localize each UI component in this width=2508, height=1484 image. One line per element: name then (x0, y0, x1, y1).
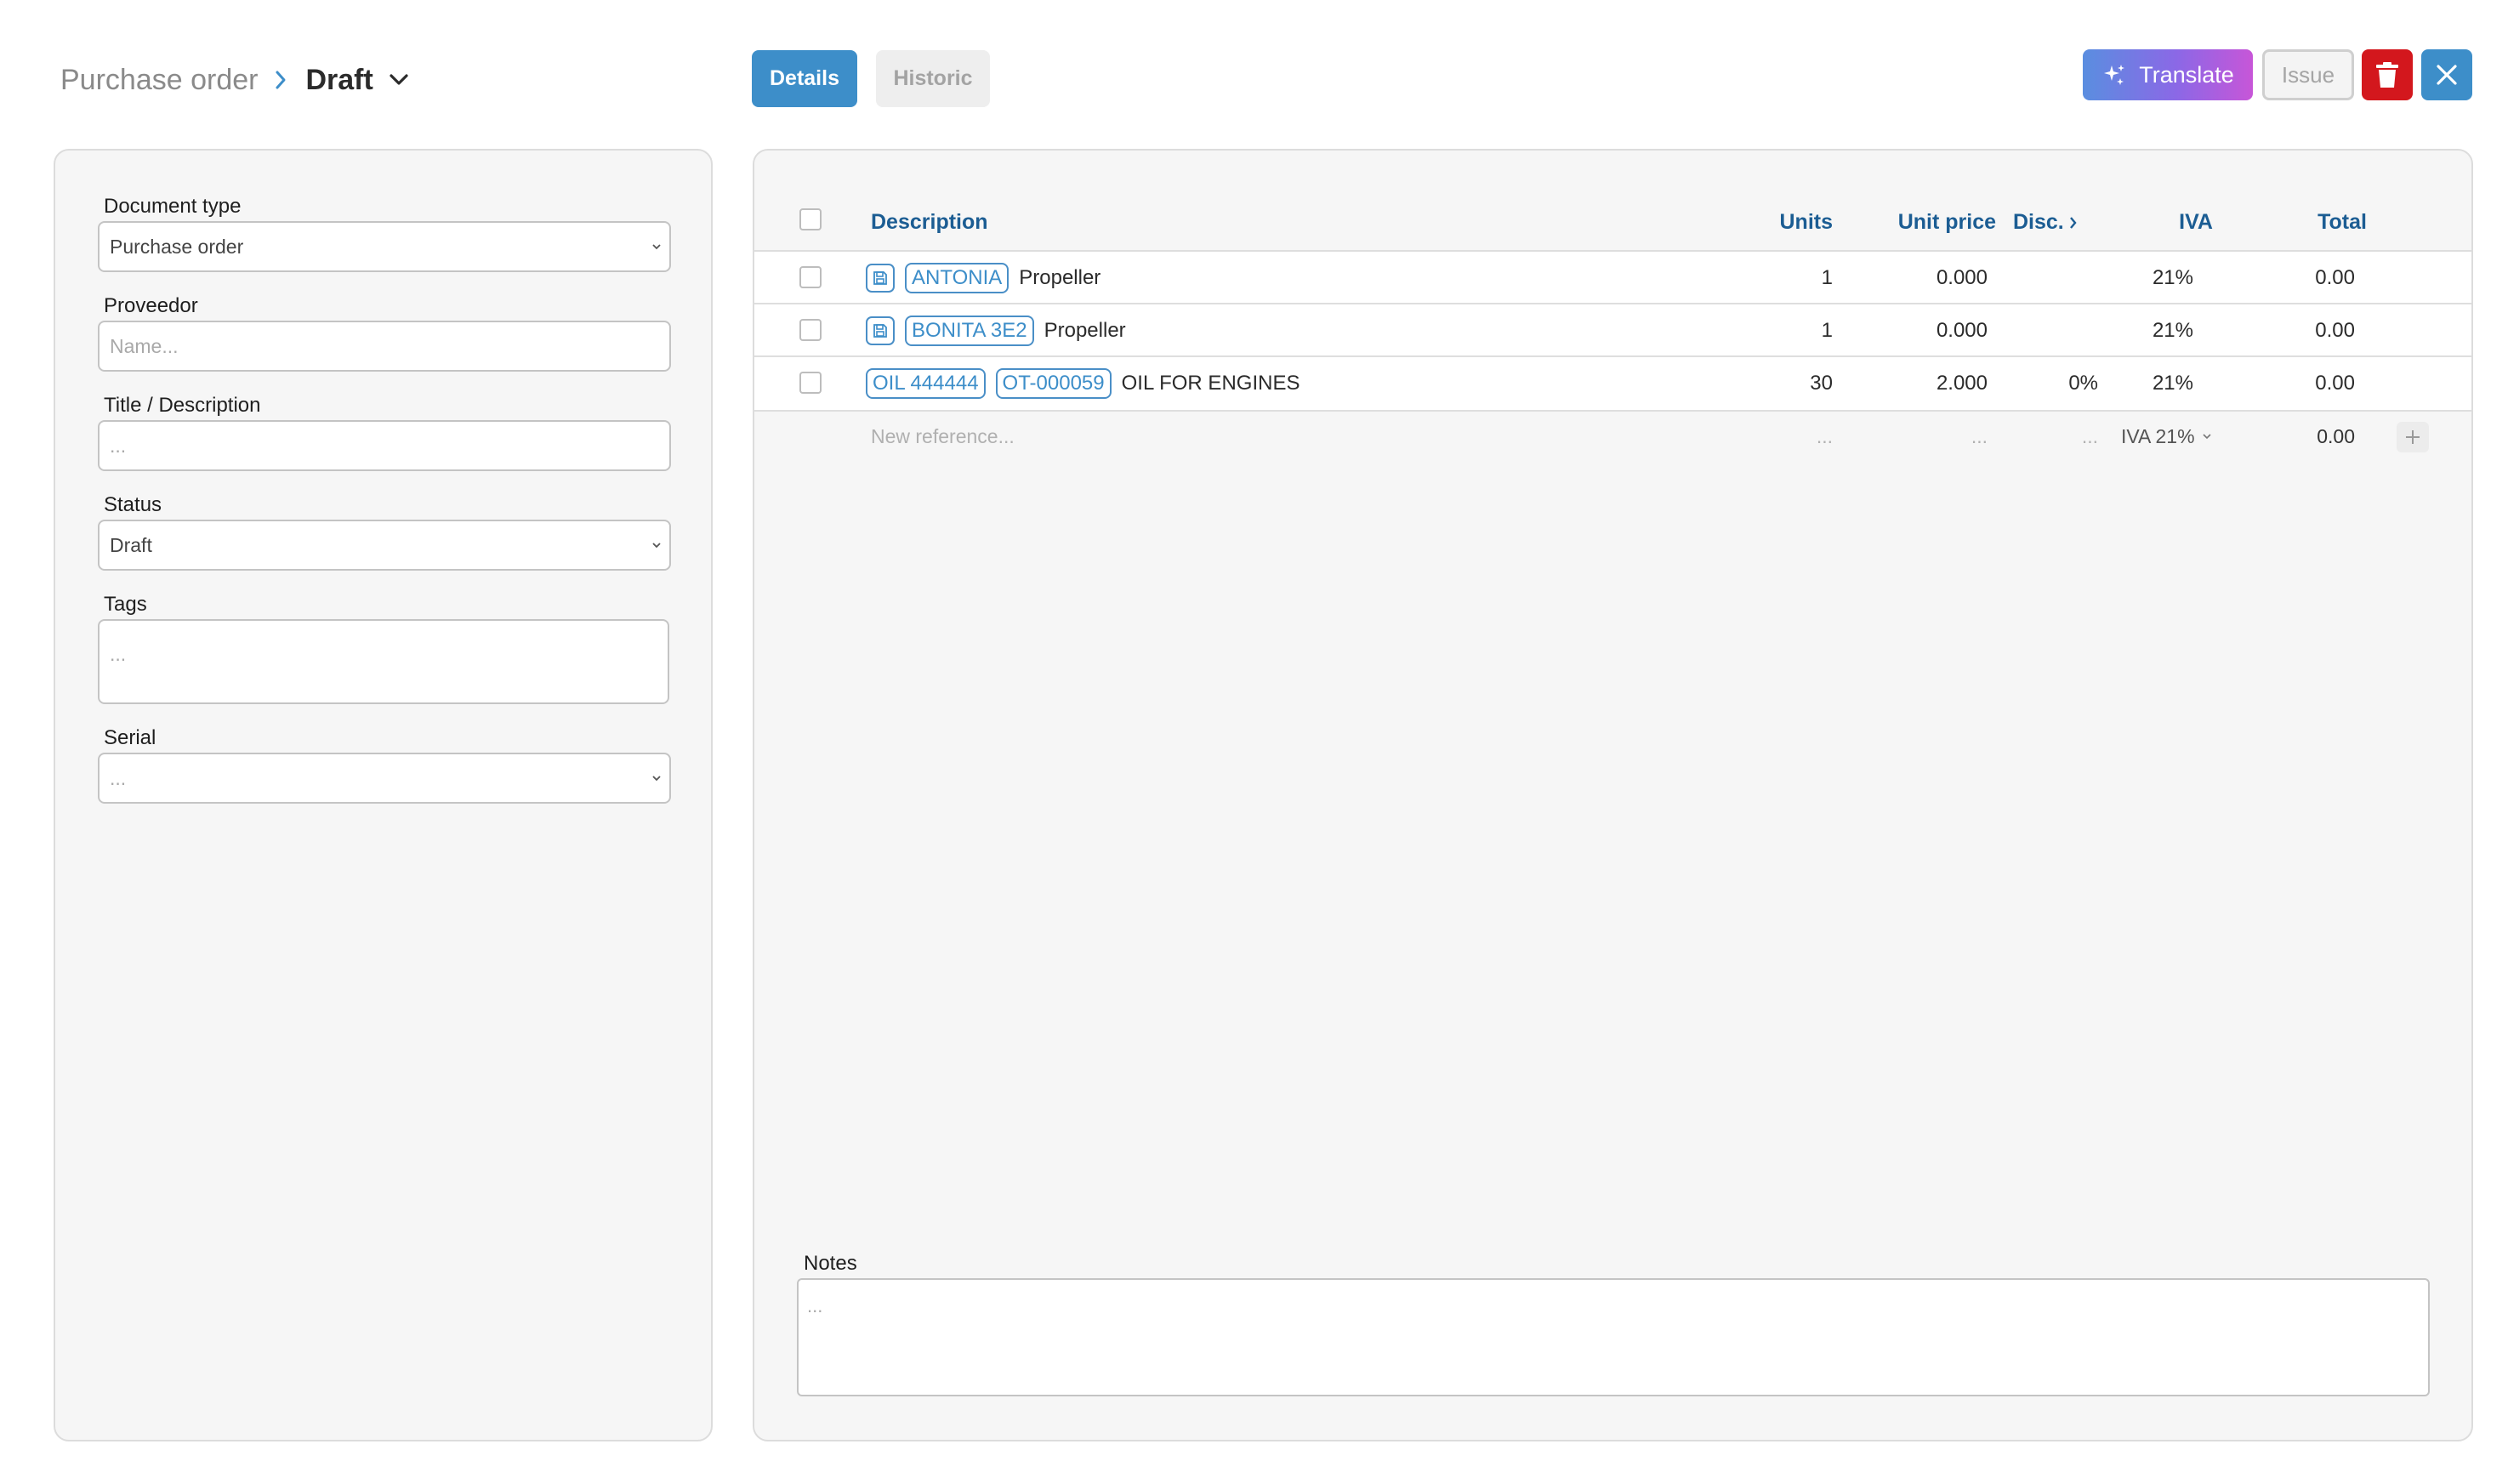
row-iva[interactable]: 21% (2115, 252, 2193, 304)
row-reference: ANTONIA Propeller (866, 252, 1100, 304)
notes-placeholder: ... (807, 1295, 823, 1316)
chevron-down-icon (651, 242, 663, 251)
issue-button[interactable]: Issue (2262, 49, 2354, 100)
tags-label: Tags (104, 593, 147, 616)
new-unit-price-input[interactable]: ... (1843, 410, 1988, 463)
chevron-down-icon (651, 774, 663, 782)
row-iva[interactable]: 21% (2115, 357, 2193, 410)
row-iva[interactable]: 21% (2115, 304, 2193, 357)
column-header-disc-label: Disc. (2013, 210, 2064, 234)
proveedor-placeholder: Name... (110, 334, 179, 357)
table-row[interactable]: ANTONIA Propeller 1 0.000 21% 0.00 (754, 250, 2471, 304)
reference-chip[interactable]: OIL 444444 (866, 368, 986, 399)
plus-icon (2404, 429, 2421, 446)
reference-chip[interactable]: ANTONIA (905, 263, 1009, 293)
title-input[interactable]: ... (98, 420, 671, 471)
serial-label: Serial (104, 726, 156, 749)
row-total: 0.00 (2315, 266, 2355, 289)
chevron-down-icon (2202, 433, 2212, 440)
column-header-unit-price[interactable]: Unit price (1860, 210, 1996, 235)
proveedor-label: Proveedor (104, 294, 198, 317)
sparkles-icon (2101, 62, 2127, 88)
new-total: 0.00 (2317, 424, 2355, 447)
add-line-button[interactable] (2397, 422, 2429, 452)
column-header-total[interactable]: Total (2285, 210, 2367, 235)
row-unit-price[interactable]: 0.000 (1843, 252, 1988, 304)
save-icon[interactable] (866, 264, 895, 293)
row-reference: BONITA 3E2 Propeller (866, 304, 1126, 357)
row-disc[interactable]: 0% (2013, 357, 2098, 410)
column-header-disc[interactable]: Disc. (2013, 210, 2078, 235)
tab-details[interactable]: Details (752, 50, 857, 107)
notes-textarea[interactable]: ... (797, 1278, 2430, 1396)
row-description: Propeller (1019, 266, 1101, 289)
document-form-panel: Document type Purchase order Proveedor N… (54, 149, 713, 1441)
chevron-down-icon[interactable] (389, 73, 409, 87)
table-row[interactable]: OIL 444444 OT-000059 OIL FOR ENGINES 30 … (754, 355, 2471, 412)
document-type-select[interactable]: Purchase order (98, 221, 671, 272)
close-icon (2435, 63, 2459, 87)
row-description: OIL FOR ENGINES (1121, 372, 1300, 395)
new-line-row: New reference... ... ... ... IVA 21% 0.0… (754, 410, 2471, 463)
translate-button[interactable]: Translate (2083, 49, 2253, 100)
new-iva-value: IVA 21% (2121, 424, 2195, 447)
tab-historic[interactable]: Historic (876, 50, 990, 107)
notes-label: Notes (804, 1252, 857, 1275)
row-units[interactable]: 1 (1756, 304, 1833, 357)
row-reference: OIL 444444 OT-000059 OIL FOR ENGINES (866, 357, 1299, 410)
column-header-units[interactable]: Units (1756, 210, 1834, 235)
tags-input[interactable]: ... (98, 619, 669, 704)
status-select[interactable]: Draft (98, 520, 671, 571)
purchase-order-page: Purchase order Draft Details Historic Tr… (0, 0, 2508, 1484)
table-row[interactable]: BONITA 3E2 Propeller 1 0.000 21% 0.00 (754, 303, 2471, 357)
title-placeholder: ... (110, 434, 127, 457)
status-label: Status (104, 493, 162, 516)
reference-chip[interactable]: OT-000059 (995, 368, 1112, 399)
row-disc[interactable] (2013, 304, 2098, 357)
save-icon[interactable] (866, 316, 895, 345)
column-header-iva[interactable]: IVA (2115, 210, 2213, 235)
column-header-description[interactable]: Description (871, 210, 988, 235)
chevron-right-icon (275, 70, 287, 90)
reference-chip[interactable]: BONITA 3E2 (905, 316, 1034, 346)
select-all-checkbox[interactable] (799, 208, 822, 230)
row-total: 0.00 (2315, 319, 2355, 342)
row-unit-price[interactable]: 0.000 (1843, 304, 1988, 357)
trash-icon (2375, 61, 2399, 88)
row-total: 0.00 (2315, 372, 2355, 395)
new-reference-input[interactable]: New reference... (871, 410, 1015, 463)
breadcrumb: Purchase order Draft (60, 58, 409, 102)
chevron-right-icon (2069, 216, 2078, 230)
row-units[interactable]: 30 (1756, 357, 1833, 410)
lines-panel: Description Units Unit price Disc. IVA T… (753, 149, 2473, 1441)
row-description: Propeller (1044, 319, 1126, 342)
document-type-value: Purchase order (110, 235, 244, 258)
row-units[interactable]: 1 (1756, 252, 1833, 304)
new-disc-input[interactable]: ... (2013, 410, 2098, 463)
tags-placeholder: ... (110, 643, 127, 665)
breadcrumb-current: Draft (305, 63, 373, 96)
delete-button[interactable] (2362, 49, 2413, 100)
row-checkbox[interactable] (799, 372, 822, 394)
serial-select[interactable]: ... (98, 753, 671, 804)
close-button[interactable] (2421, 49, 2472, 100)
serial-placeholder: ... (110, 766, 127, 789)
title-label: Title / Description (104, 394, 261, 417)
new-units-input[interactable]: ... (1756, 410, 1833, 463)
row-checkbox[interactable] (799, 266, 822, 288)
breadcrumb-root[interactable]: Purchase order (60, 64, 258, 97)
document-type-label: Document type (104, 195, 242, 218)
chevron-down-icon (651, 541, 663, 549)
row-unit-price[interactable]: 2.000 (1843, 357, 1988, 410)
proveedor-input[interactable]: Name... (98, 321, 671, 372)
row-checkbox[interactable] (799, 319, 822, 341)
new-iva-select[interactable]: IVA 21% (2121, 410, 2212, 463)
translate-label: Translate (2139, 61, 2234, 88)
row-disc[interactable] (2013, 252, 2098, 304)
status-value: Draft (110, 533, 152, 556)
